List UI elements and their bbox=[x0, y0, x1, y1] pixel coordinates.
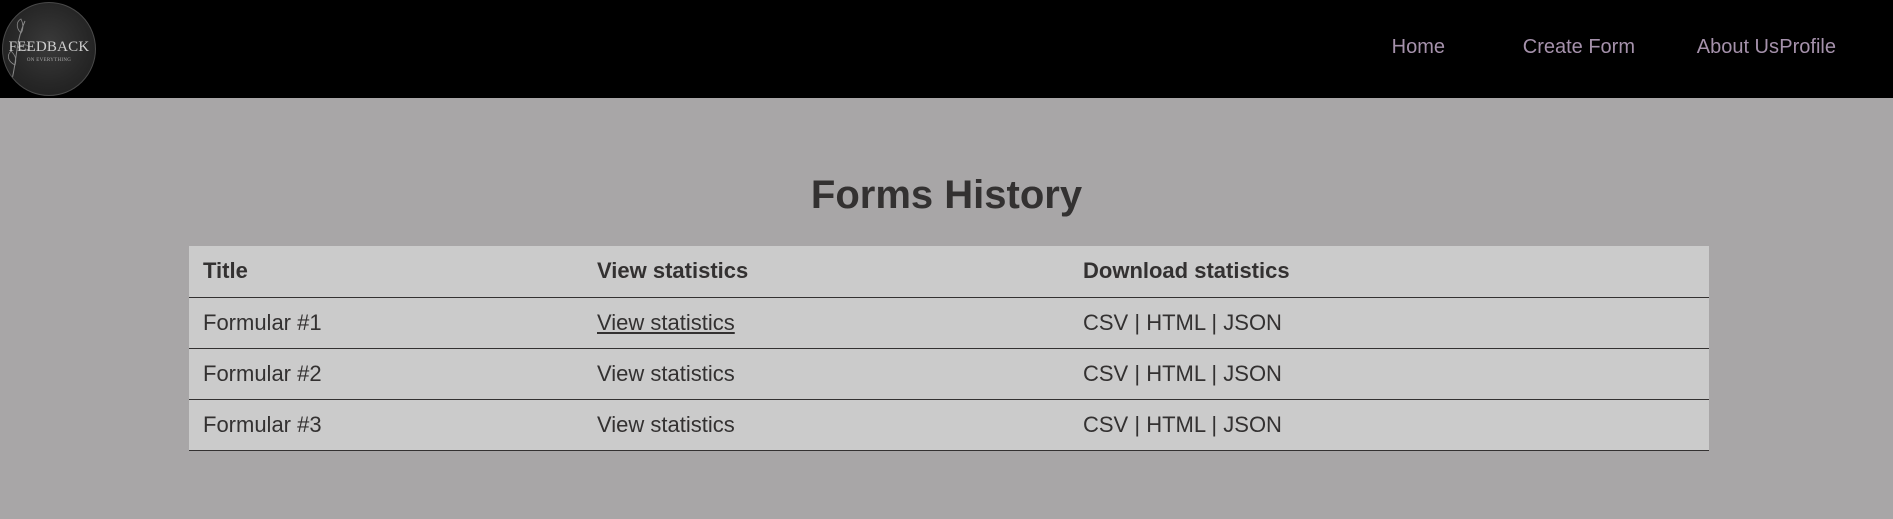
view-statistics-link[interactable]: View statistics bbox=[597, 412, 735, 437]
separator: | bbox=[1134, 411, 1141, 437]
top-navbar: FEEDBACK ON EVERYTHING Home Create Form … bbox=[0, 0, 1893, 98]
logo-subtitle: ON EVERYTHING bbox=[26, 58, 72, 63]
view-statistics-cell: View statistics bbox=[583, 297, 1069, 349]
separator: | bbox=[1134, 309, 1141, 335]
separator: | bbox=[1211, 411, 1218, 437]
download-html-link[interactable]: HTML bbox=[1146, 361, 1205, 386]
separator: | bbox=[1211, 360, 1218, 386]
download-html-link[interactable]: HTML bbox=[1146, 310, 1205, 335]
nav-create-form[interactable]: Create Form bbox=[1523, 36, 1635, 59]
download-statistics-cell: CSV | HTML | JSON bbox=[1069, 297, 1709, 349]
table-row: Formular #1 View statistics CSV | HTML |… bbox=[189, 297, 1709, 349]
forms-history-table: Title View statistics Download statistic… bbox=[189, 246, 1709, 451]
column-header-title: Title bbox=[189, 246, 583, 298]
view-statistics-cell: View statistics bbox=[583, 348, 1069, 400]
column-header-view-statistics: View statistics bbox=[583, 246, 1069, 298]
table-header-row: Title View statistics Download statistic… bbox=[189, 246, 1709, 298]
download-json-link[interactable]: JSON bbox=[1223, 310, 1282, 335]
download-html-link[interactable]: HTML bbox=[1146, 412, 1205, 437]
separator: | bbox=[1211, 309, 1218, 335]
download-csv-link[interactable]: CSV bbox=[1083, 412, 1128, 437]
nav-about-us[interactable]: About Us bbox=[1697, 36, 1779, 59]
form-title-cell: Formular #2 bbox=[189, 348, 583, 400]
download-statistics-cell: CSV | HTML | JSON bbox=[1069, 348, 1709, 400]
download-statistics-cell: CSV | HTML | JSON bbox=[1069, 399, 1709, 451]
view-statistics-link[interactable]: View statistics bbox=[597, 361, 735, 386]
separator: | bbox=[1134, 360, 1141, 386]
form-title-cell: Formular #3 bbox=[189, 399, 583, 451]
table-row: Formular #2 View statistics CSV | HTML |… bbox=[189, 348, 1709, 400]
page-title: Forms History bbox=[810, 173, 1083, 217]
table-row: Formular #3 View statistics CSV | HTML |… bbox=[189, 399, 1709, 451]
view-statistics-cell: View statistics bbox=[583, 399, 1069, 451]
download-csv-link[interactable]: CSV bbox=[1083, 310, 1128, 335]
nav-profile[interactable]: Profile bbox=[1779, 36, 1836, 59]
view-statistics-link[interactable]: View statistics bbox=[597, 310, 735, 335]
nav-home[interactable]: Home bbox=[1392, 36, 1445, 59]
download-json-link[interactable]: JSON bbox=[1223, 412, 1282, 437]
download-json-link[interactable]: JSON bbox=[1223, 361, 1282, 386]
download-csv-link[interactable]: CSV bbox=[1083, 361, 1128, 386]
logo-title: FEEDBACK bbox=[8, 39, 90, 55]
form-title-cell: Formular #1 bbox=[189, 297, 583, 349]
column-header-download-statistics: Download statistics bbox=[1069, 246, 1709, 298]
feedback-logo[interactable]: FEEDBACK ON EVERYTHING bbox=[2, 2, 96, 96]
